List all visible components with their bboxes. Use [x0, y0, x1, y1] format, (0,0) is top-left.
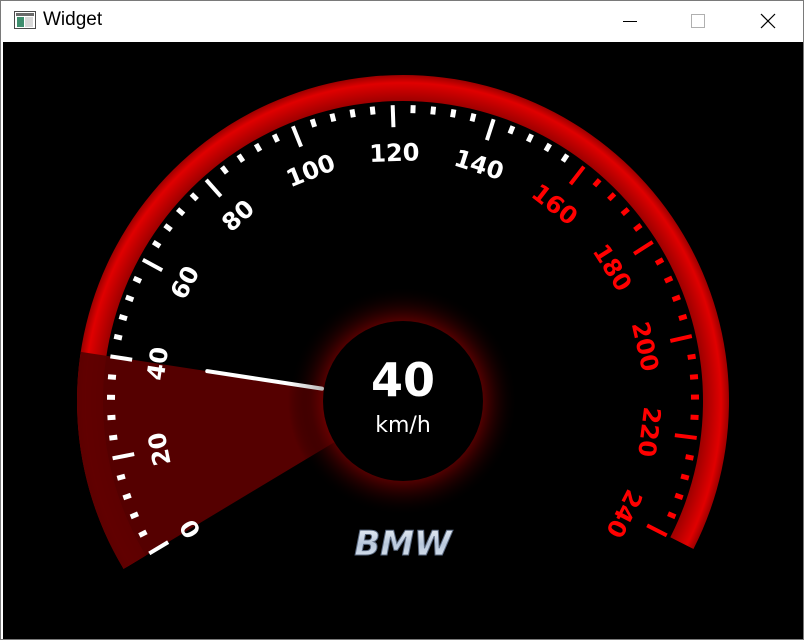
minor-tick [109, 434, 118, 441]
tick-label: 100 [282, 148, 339, 193]
minor-tick [450, 108, 457, 118]
minor-tick [116, 473, 126, 481]
minor-tick [113, 333, 123, 341]
tick-label: 240 [600, 485, 648, 542]
major-tick [390, 105, 396, 128]
minor-tick [129, 511, 140, 520]
minor-tick [678, 313, 688, 321]
tick-label: 180 [587, 239, 638, 296]
major-tick [646, 523, 668, 538]
title-bar[interactable]: Widget [1, 1, 803, 42]
tick-label: 160 [526, 178, 583, 231]
speedometer-canvas: 0 20 40 60 80 100 120 140 160 180 200 220 240 40 km/… [3, 42, 803, 639]
minor-tick [124, 294, 135, 303]
minor-tick [680, 473, 690, 481]
minor-tick [663, 275, 674, 284]
tick-label: 220 [632, 405, 666, 458]
minimize-icon [623, 21, 637, 22]
minor-tick [607, 192, 617, 202]
close-button[interactable] [745, 1, 791, 41]
minor-tick [271, 133, 280, 143]
major-tick [674, 433, 697, 440]
maximize-icon [691, 14, 705, 28]
minor-tick [132, 275, 143, 284]
major-tick [568, 165, 586, 186]
minor-tick [163, 223, 173, 232]
minor-tick [430, 106, 437, 115]
minor-tick [122, 492, 132, 501]
minor-tick [689, 374, 699, 380]
major-tick [204, 178, 223, 198]
minor-tick [592, 178, 602, 188]
minor-tick [633, 223, 643, 232]
minor-tick [674, 492, 684, 501]
tick-label: 60 [165, 261, 206, 304]
major-tick [485, 118, 496, 141]
major-tick [633, 240, 654, 256]
minor-tick [138, 529, 148, 538]
major-tick [141, 258, 164, 273]
minor-tick [560, 153, 570, 163]
minor-tick [349, 109, 356, 118]
minor-tick [687, 353, 696, 360]
app-icon [14, 11, 36, 29]
minor-tick [525, 133, 534, 143]
minor-tick [253, 142, 263, 153]
minimize-button[interactable] [607, 1, 653, 41]
minor-tick [654, 257, 665, 266]
widget-window: Widget 0 20 40 60 80 100 120 140 160 180… [0, 0, 804, 640]
minor-tick [175, 207, 186, 217]
minor-tick [220, 165, 229, 175]
minor-tick [507, 125, 516, 135]
speedometer: 020406080100 120 140160180200220240 40 km/… [76, 74, 730, 569]
speed-value: 40 [371, 353, 435, 407]
tick-label: 140 [451, 144, 507, 186]
minor-tick [469, 113, 477, 122]
minor-tick [667, 511, 677, 520]
minor-tick [189, 192, 199, 202]
brand-logo: BMW [354, 524, 453, 564]
close-icon [760, 13, 776, 29]
tick-label: 120 [369, 138, 420, 168]
tick-label: 80 [216, 194, 260, 237]
minor-tick [236, 153, 246, 163]
major-tick [291, 125, 303, 148]
minor-tick [118, 314, 128, 322]
minor-tick [620, 207, 630, 217]
minor-tick [329, 113, 337, 123]
minor-tick [107, 374, 117, 380]
minor-tick [369, 106, 376, 115]
minor-tick [685, 454, 694, 461]
minor-tick [543, 142, 552, 153]
tick-label: 200 [626, 319, 664, 374]
minor-tick [671, 294, 681, 303]
minor-tick [151, 239, 162, 249]
minor-tick [309, 118, 318, 128]
maximize-button[interactable] [675, 1, 721, 41]
major-tick [669, 334, 693, 343]
tick-label: 40 [141, 345, 174, 382]
speed-unit: km/h [375, 413, 431, 438]
window-title: Widget [43, 9, 103, 30]
